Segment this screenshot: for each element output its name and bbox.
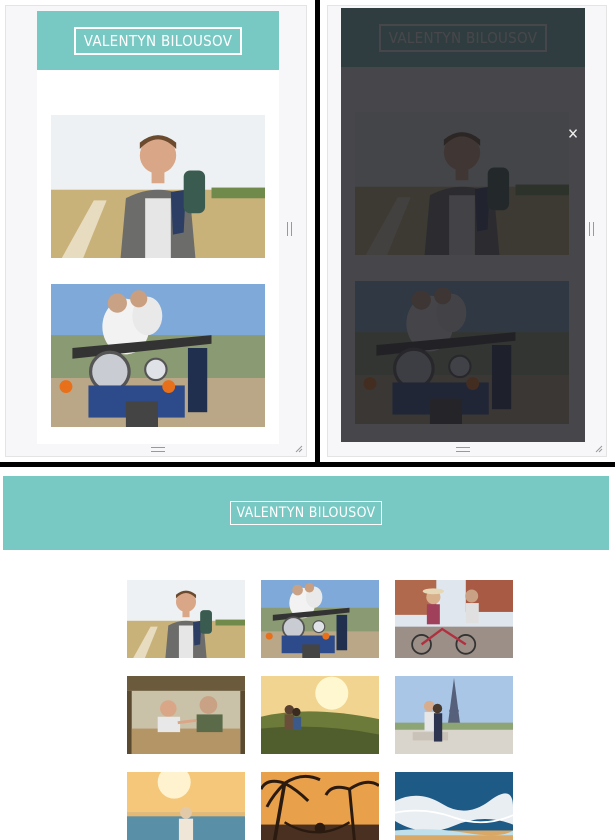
site-logo[interactable]: VALENTYN BILOUSOV bbox=[229, 501, 383, 525]
photo-motorcycle-couple[interactable] bbox=[261, 580, 379, 658]
mobile-preview-frame: VALENTYN BILOUSOV bbox=[5, 5, 307, 457]
photo-paris-eiffel-couple[interactable] bbox=[395, 676, 513, 754]
photo-backpacker[interactable] bbox=[127, 580, 245, 658]
photo-bicycle-couple[interactable] bbox=[395, 580, 513, 658]
resize-handle-right[interactable] bbox=[589, 222, 594, 236]
photo-image bbox=[261, 676, 379, 754]
photo-backpacker[interactable] bbox=[51, 115, 265, 258]
photo-palm-hammock[interactable] bbox=[261, 772, 379, 840]
photo-image bbox=[127, 676, 245, 754]
resize-corner-icon[interactable] bbox=[295, 445, 303, 453]
mobile-preview-frame-lightbox: VALENTYN BILOUSOV ✕ bbox=[327, 5, 607, 457]
site-header: VALENTYN BILOUSOV bbox=[37, 11, 279, 70]
photo-ocean-waves[interactable] bbox=[395, 772, 513, 840]
desktop-preview: VALENTYN BILOUSOV bbox=[3, 476, 609, 840]
resize-corner-icon[interactable] bbox=[595, 445, 603, 453]
photo-sunset-hill-couple[interactable] bbox=[261, 676, 379, 754]
desktop-gallery-grid bbox=[127, 580, 513, 840]
resize-handle-bottom[interactable] bbox=[456, 447, 470, 452]
photo-image bbox=[395, 772, 513, 840]
lightbox-overlay[interactable] bbox=[341, 8, 585, 442]
photo-image bbox=[395, 580, 513, 658]
resize-handle-bottom[interactable] bbox=[151, 447, 165, 452]
panel-divider-horizontal bbox=[0, 462, 615, 467]
photo-image bbox=[261, 580, 379, 658]
mobile-screen: VALENTYN BILOUSOV bbox=[37, 11, 279, 444]
photo-safari-jeep-couple[interactable] bbox=[127, 676, 245, 754]
lightbox-close-icon[interactable]: ✕ bbox=[565, 126, 581, 142]
photo-image bbox=[51, 284, 265, 427]
photo-image bbox=[51, 115, 265, 258]
photo-image bbox=[127, 580, 245, 658]
resize-handle-right[interactable] bbox=[287, 222, 292, 236]
photo-motorcycle-couple[interactable] bbox=[51, 284, 265, 427]
photo-image bbox=[395, 676, 513, 754]
photo-image bbox=[261, 772, 379, 840]
panel-divider-vertical bbox=[315, 0, 320, 466]
mobile-gallery bbox=[37, 70, 279, 427]
mobile-screen: VALENTYN BILOUSOV ✕ bbox=[341, 8, 585, 442]
site-logo[interactable]: VALENTYN BILOUSOV bbox=[73, 26, 243, 55]
photo-beach-sunset-person[interactable] bbox=[127, 772, 245, 840]
photo-image bbox=[127, 772, 245, 840]
site-header: VALENTYN BILOUSOV bbox=[3, 476, 609, 550]
